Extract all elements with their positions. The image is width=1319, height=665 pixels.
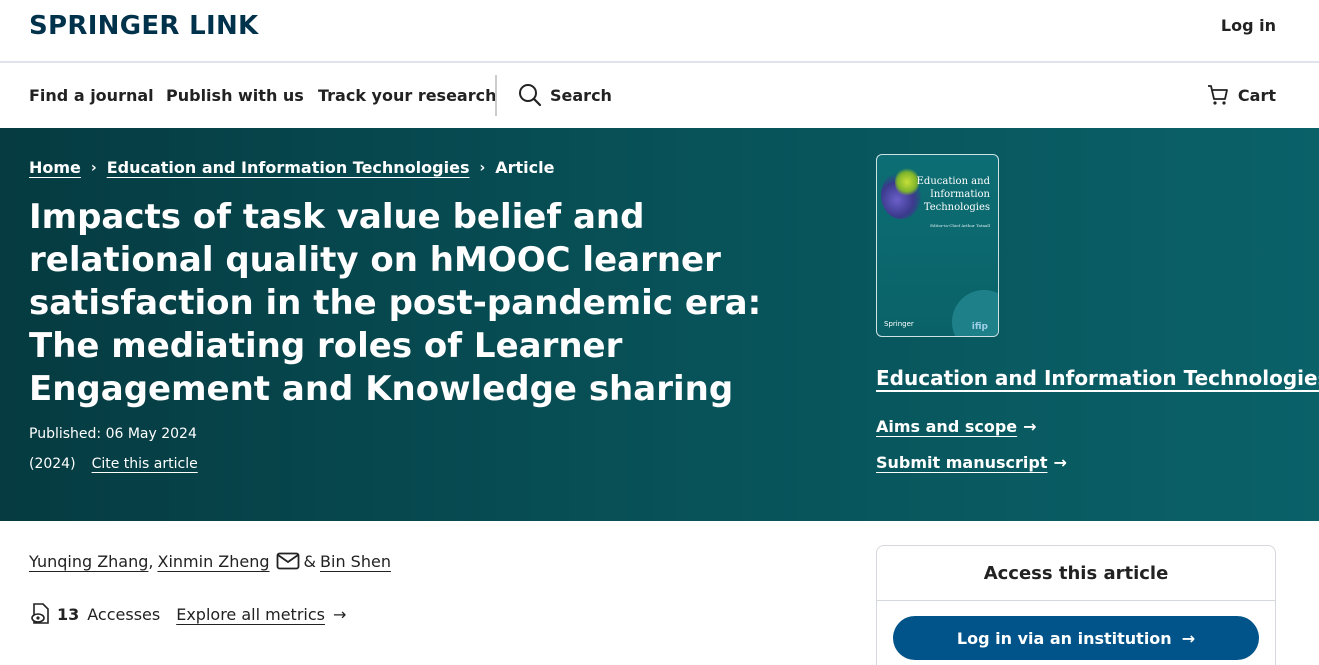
top-header: SPRINGER LINK Log in: [0, 0, 1319, 63]
institution-login-label: Log in via an institution: [956, 628, 1172, 648]
author-link[interactable]: Yunqing Zhang: [29, 552, 148, 571]
arrow-right-icon: →: [1023, 417, 1037, 436]
main-nav: Find a journal Publish with us Track you…: [0, 64, 1319, 128]
cover-editor: Editor-in-Chief Arthur Tatnall: [930, 223, 990, 228]
author-link[interactable]: Xinmin Zheng: [158, 552, 270, 571]
nav-find-journal[interactable]: Find a journal: [29, 86, 154, 105]
breadcrumb: Home › Education and Information Technol…: [29, 158, 554, 177]
cite-article-link[interactable]: Cite this article: [92, 456, 198, 472]
springer-link-logo[interactable]: SPRINGER LINK: [29, 11, 258, 41]
article-year: (2024): [29, 456, 76, 472]
arrow-right-icon: →: [1053, 453, 1067, 472]
aims-scope-label: Aims and scope: [876, 417, 1018, 436]
arrow-right-icon: →: [1181, 628, 1196, 648]
breadcrumb-home[interactable]: Home: [29, 158, 81, 177]
cart-label: Cart: [1237, 85, 1276, 105]
cover-title: Education and Information Technologies: [916, 176, 990, 213]
institution-login-button[interactable]: Log in via an institution →: [893, 616, 1259, 660]
ifip-logo: ifip: [971, 322, 988, 332]
submit-manuscript-label: Submit manuscript: [876, 453, 1048, 472]
search-icon: [519, 84, 542, 107]
journal-cover[interactable]: Education and Information Technologies E…: [876, 154, 999, 337]
author-separator: &: [303, 551, 317, 571]
breadcrumb-current: Article: [495, 158, 555, 177]
chevron-right-icon: ›: [479, 159, 486, 176]
cart-button[interactable]: Cart: [1206, 83, 1276, 107]
published-date: Published: 06 May 2024: [29, 426, 197, 442]
article-metrics: 13 Accesses Explore all metrics →: [29, 602, 346, 626]
nav-track-research[interactable]: Track your research: [318, 86, 497, 105]
article-title: Impacts of task value belief and relatio…: [29, 197, 762, 409]
email-icon[interactable]: [276, 551, 300, 571]
access-title: Access this article: [877, 546, 1275, 601]
arrow-right-icon: →: [332, 604, 347, 624]
search-label: Search: [550, 85, 612, 105]
search-button[interactable]: Search: [518, 83, 612, 107]
breadcrumb-journal[interactable]: Education and Information Technologies: [107, 158, 470, 177]
accesses-count: 13: [57, 604, 80, 624]
cart-icon: [1207, 85, 1228, 105]
article-hero: Home › Education and Information Technol…: [0, 128, 1319, 521]
author-list: Yunqing Zhang , Xinmin Zheng & Bin Shen: [29, 551, 391, 571]
author-separator: ,: [148, 551, 154, 571]
citation-row: (2024) Cite this article: [29, 456, 198, 472]
submit-manuscript-link[interactable]: Submit manuscript →: [876, 453, 1067, 472]
document-eye-icon: [31, 603, 49, 624]
accesses-label: Accesses: [87, 604, 161, 624]
nav-divider: [495, 75, 497, 116]
chevron-right-icon: ›: [90, 159, 97, 176]
journal-name-link[interactable]: Education and Information Technologies: [876, 366, 1319, 390]
cover-publisher: Springer: [884, 320, 914, 328]
explore-metrics-link[interactable]: Explore all metrics: [176, 605, 325, 624]
author-link[interactable]: Bin Shen: [320, 552, 391, 571]
nav-publish-with-us[interactable]: Publish with us: [166, 86, 304, 105]
aims-scope-link[interactable]: Aims and scope →: [876, 417, 1037, 436]
login-link[interactable]: Log in: [1221, 16, 1276, 35]
access-article-panel: Access this article Log in via an instit…: [876, 545, 1276, 665]
